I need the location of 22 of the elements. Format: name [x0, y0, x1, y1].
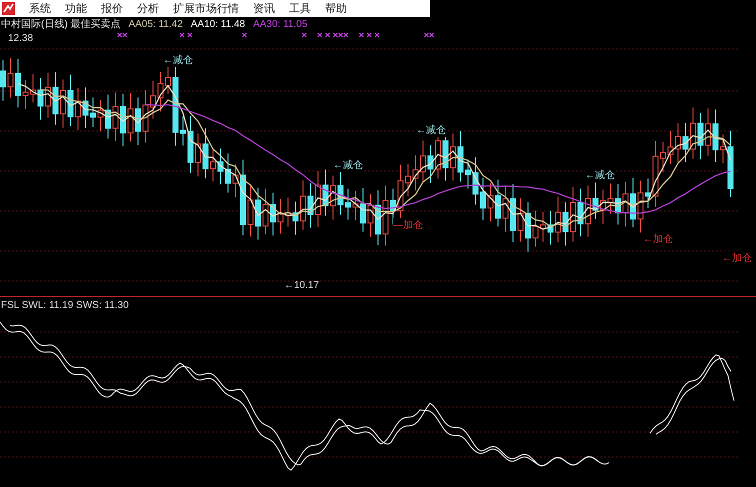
signal-label: ←加仓: [722, 251, 752, 265]
signal-label: ←减仓: [585, 168, 615, 182]
menu-item[interactable]: 报价: [101, 1, 123, 16]
moving-average-value: AA05: 11.42: [128, 18, 183, 30]
signal-label: ←减仓: [416, 123, 446, 137]
indicator-title: FSL SWL: 11.19 SWS: 11.30: [0, 299, 130, 312]
menu-item[interactable]: 工具: [289, 1, 311, 16]
signal-label: ←减仓: [333, 158, 363, 172]
menu-item[interactable]: 扩展市场行情: [173, 1, 239, 16]
signal-label: ←加仓: [643, 232, 673, 246]
moving-average-value: AA10: 11.48: [190, 18, 246, 30]
signal-label: —加仓: [393, 218, 423, 232]
chart-title: 中村国际(日线) 最佳买卖点: [1, 18, 120, 31]
menu-item[interactable]: 资讯: [253, 1, 275, 16]
menu-item[interactable]: 系统: [29, 1, 51, 16]
moving-average-value: AA30: 11.05: [253, 18, 308, 30]
menu-item[interactable]: 帮助: [325, 1, 347, 16]
signal-label: ←减仓: [163, 53, 193, 67]
price-low-label: ←10.17: [284, 280, 320, 291]
price-high-label: 12.38: [8, 33, 34, 44]
menu-item[interactable]: 分析: [137, 1, 159, 16]
menu-item[interactable]: 功能: [65, 1, 87, 16]
